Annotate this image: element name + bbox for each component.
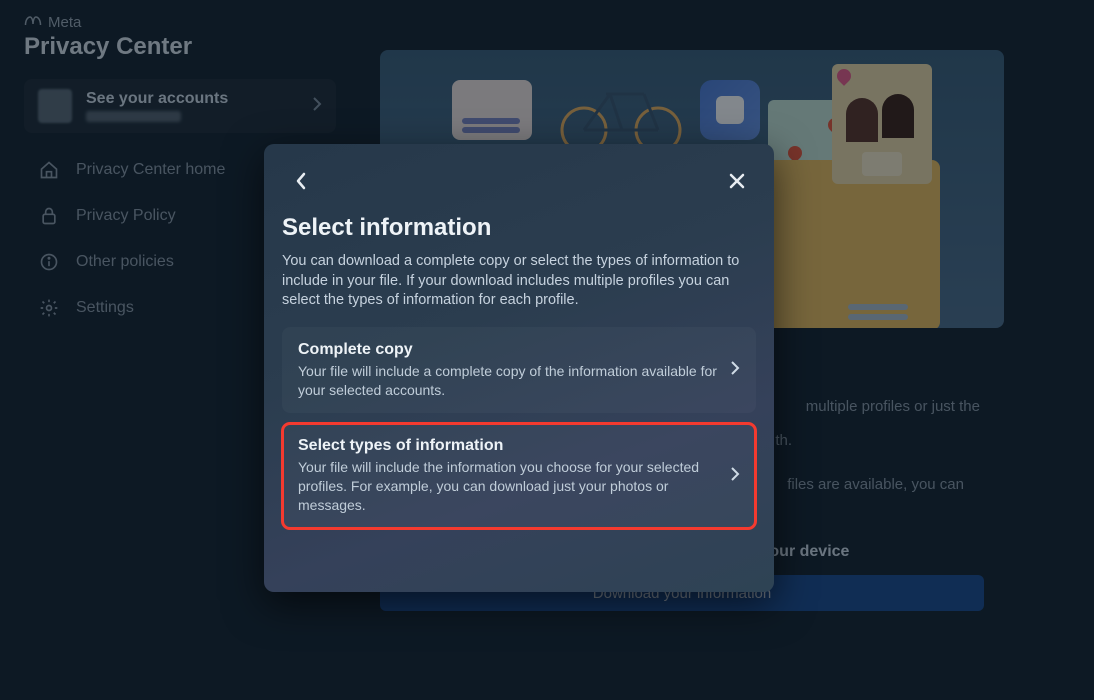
modal-description: You can download a complete copy or sele… bbox=[282, 252, 756, 311]
option-title: Complete copy bbox=[298, 341, 718, 359]
chevron-right-icon bbox=[730, 466, 740, 487]
select-information-modal: Select information You can download a co… bbox=[264, 144, 774, 592]
option-select-types[interactable]: Select types of information Your file wi… bbox=[282, 423, 756, 529]
option-complete-copy[interactable]: Complete copy Your file will include a c… bbox=[282, 327, 756, 414]
chevron-right-icon bbox=[730, 360, 740, 381]
option-title: Select types of information bbox=[298, 437, 718, 455]
close-button[interactable] bbox=[722, 166, 752, 196]
option-desc: Your file will include the information y… bbox=[298, 458, 718, 515]
chevron-left-icon bbox=[293, 171, 309, 191]
modal-title: Select information bbox=[282, 214, 756, 242]
back-button[interactable] bbox=[286, 166, 316, 196]
close-icon bbox=[728, 172, 746, 190]
option-desc: Your file will include a complete copy o… bbox=[298, 362, 718, 400]
